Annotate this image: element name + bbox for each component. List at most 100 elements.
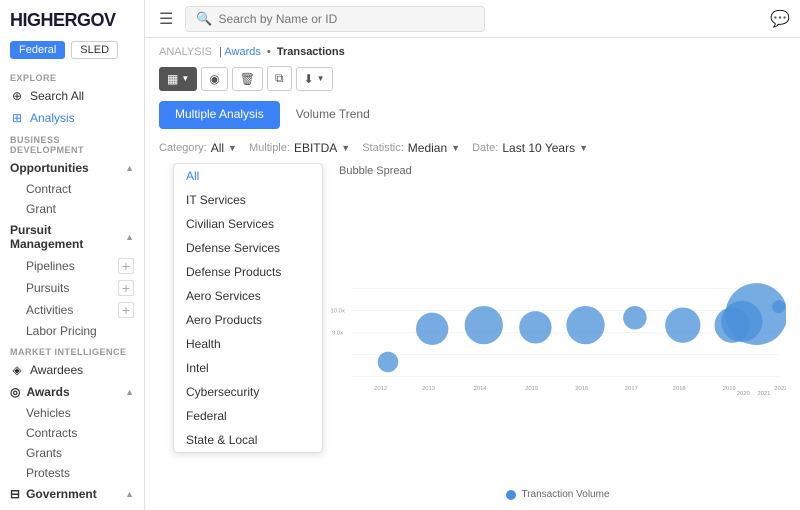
bubble-2021 — [726, 283, 786, 345]
bubble-2018 — [665, 307, 700, 342]
category-filter[interactable]: Category: All ▼ — [159, 141, 237, 155]
date-caret-icon: ▼ — [579, 143, 588, 153]
dropdown-item-aero-products[interactable]: Aero Products — [174, 308, 322, 332]
activities-add-btn[interactable]: + — [118, 302, 134, 318]
dropdown-item-state-local[interactable]: State & Local — [174, 428, 322, 452]
legend-dot — [505, 490, 515, 500]
sidebar-item-protests[interactable]: Protests — [0, 463, 144, 483]
dropdown-item-all[interactable]: All — [174, 164, 322, 188]
opportunities-chevron: ▲ — [125, 163, 134, 173]
tab-multiple-analysis[interactable]: Multiple Analysis — [159, 101, 280, 129]
dropdown-item-intel[interactable]: Intel — [174, 356, 322, 380]
sidebar-item-pipelines[interactable]: Pipelines + — [0, 255, 144, 277]
breadcrumb-awards-link[interactable]: Awards — [224, 46, 260, 58]
bubble-2015 — [519, 311, 551, 343]
copy-btn[interactable]: ⧉ — [267, 66, 292, 91]
trash-btn[interactable]: 🗑 — [232, 67, 263, 91]
filter-bar: Category: All ▼ Multiple: EBITDA ▼ Stati… — [159, 141, 786, 155]
category-caret-icon: ▼ — [228, 143, 237, 153]
bubble-2016 — [566, 306, 604, 344]
search-box[interactable]: 🔍 — [185, 6, 485, 32]
federal-mode-btn[interactable]: Federal — [10, 41, 65, 59]
dropdown-item-aero-services[interactable]: Aero Services — [174, 284, 322, 308]
svg-text:2016: 2016 — [575, 386, 589, 392]
svg-text:9.0x: 9.0x — [332, 331, 343, 337]
chart-legend: Transaction Volume — [505, 489, 609, 500]
legend-label: Transaction Volume — [521, 489, 609, 500]
awards-chevron: ▲ — [125, 387, 134, 397]
breadcrumb: ANALYSIS | Awards • Transactions — [159, 46, 786, 58]
chart-container: All IT Services Civilian Services Defens… — [159, 163, 786, 502]
statistic-filter[interactable]: Statistic: Median ▼ — [362, 141, 460, 155]
opportunities-group[interactable]: Opportunities ▲ — [0, 157, 144, 179]
sidebar: HIGHERGOV Federal SLED EXPLORE ⊕ Search … — [0, 0, 145, 510]
sidebar-item-grant[interactable]: Grant — [0, 199, 144, 219]
grid-caret-icon: ▼ — [181, 74, 189, 83]
chat-icon[interactable]: 💬 — [770, 9, 790, 29]
bubble-chart: Bubble Spread 10.0x 9.0x — [329, 163, 786, 502]
eye-btn[interactable]: ◉ — [201, 67, 227, 91]
market-intel-label: MARKET INTELLIGENCE — [0, 341, 144, 359]
government-group[interactable]: ⊟ Government ▲ — [0, 483, 144, 505]
statistic-caret-icon: ▼ — [451, 143, 460, 153]
sled-mode-btn[interactable]: SLED — [71, 41, 118, 59]
download-btn[interactable]: ⬇ ▼ — [296, 67, 333, 91]
hamburger-icon[interactable]: ☰ — [155, 5, 177, 33]
trash-icon: 🗑 — [240, 72, 255, 86]
date-filter[interactable]: Date: Last 10 Years ▼ — [472, 141, 588, 155]
download-icon: ⬇ — [304, 72, 314, 86]
dropdown-item-civilian-services[interactable]: Civilian Services — [174, 212, 322, 236]
sidebar-item-labor-pricing[interactable]: Labor Pricing — [0, 321, 144, 341]
copy-icon: ⧉ — [275, 71, 284, 86]
grid-view-btn[interactable]: ▦ ▼ — [159, 67, 197, 91]
sidebar-item-awardees[interactable]: ◈ Awardees — [0, 359, 144, 381]
analysis-tabs: Multiple Analysis Volume Trend — [159, 101, 786, 129]
search-icon: ⊕ — [10, 89, 24, 103]
tab-volume-trend[interactable]: Volume Trend — [280, 101, 386, 129]
search-input[interactable] — [219, 12, 475, 26]
dropdown-item-cybersecurity[interactable]: Cybersecurity — [174, 380, 322, 404]
sidebar-item-vehicles[interactable]: Vehicles — [0, 403, 144, 423]
bubble-2022 — [772, 300, 785, 313]
dropdown-item-defense-services[interactable]: Defense Services — [174, 236, 322, 260]
analysis-icon: ⊞ — [10, 111, 24, 125]
pursuits-add-btn[interactable]: + — [118, 280, 134, 296]
sidebar-item-pursuits[interactable]: Pursuits + — [0, 277, 144, 299]
dropdown-item-federal[interactable]: Federal — [174, 404, 322, 428]
bubble-chart-svg: 10.0x 9.0x — [329, 163, 786, 502]
awards-icon: ◎ — [10, 385, 20, 399]
sidebar-item-analysis[interactable]: ⊞ Analysis — [0, 107, 144, 129]
explore-section-label: EXPLORE — [0, 67, 144, 85]
svg-text:2021: 2021 — [757, 391, 770, 397]
biz-dev-section-label: BUSINESS DEVELOPMENT — [0, 129, 144, 157]
government-icon: ⊟ — [10, 487, 20, 501]
sidebar-item-contract[interactable]: Contract — [0, 179, 144, 199]
topbar: ☰ 🔍 💬 — [145, 0, 800, 38]
dropdown-item-health[interactable]: Health — [174, 332, 322, 356]
sidebar-item-contracts[interactable]: Contracts — [0, 423, 144, 443]
sidebar-item-activities[interactable]: Activities + — [0, 299, 144, 321]
category-dropdown: All IT Services Civilian Services Defens… — [173, 163, 323, 453]
sidebar-item-agencies[interactable]: Agencies — [0, 505, 144, 510]
dropdown-item-it-services[interactable]: IT Services — [174, 188, 322, 212]
svg-text:2022: 2022 — [774, 386, 786, 392]
svg-text:2014: 2014 — [474, 386, 488, 392]
pipelines-add-btn[interactable]: + — [118, 258, 134, 274]
svg-text:2013: 2013 — [422, 386, 436, 392]
multiple-filter[interactable]: Multiple: EBITDA ▼ — [249, 141, 350, 155]
pursuit-chevron: ▲ — [125, 232, 134, 242]
chart-title: Bubble Spread — [339, 165, 412, 177]
multiple-caret-icon: ▼ — [341, 143, 350, 153]
download-caret-icon: ▼ — [317, 74, 325, 83]
sidebar-item-grants[interactable]: Grants — [0, 443, 144, 463]
sidebar-item-search-all[interactable]: ⊕ Search All — [0, 85, 144, 107]
svg-text:2020: 2020 — [737, 391, 751, 397]
awards-group[interactable]: ◎ Awards ▲ — [0, 381, 144, 403]
svg-text:2019: 2019 — [723, 386, 736, 392]
bubble-2012 — [378, 352, 399, 373]
pursuit-mgmt-group[interactable]: Pursuit Management ▲ — [0, 219, 144, 255]
search-icon: 🔍 — [196, 11, 212, 27]
svg-text:10.0x: 10.0x — [330, 309, 344, 315]
svg-text:2018: 2018 — [673, 386, 687, 392]
dropdown-item-defense-products[interactable]: Defense Products — [174, 260, 322, 284]
